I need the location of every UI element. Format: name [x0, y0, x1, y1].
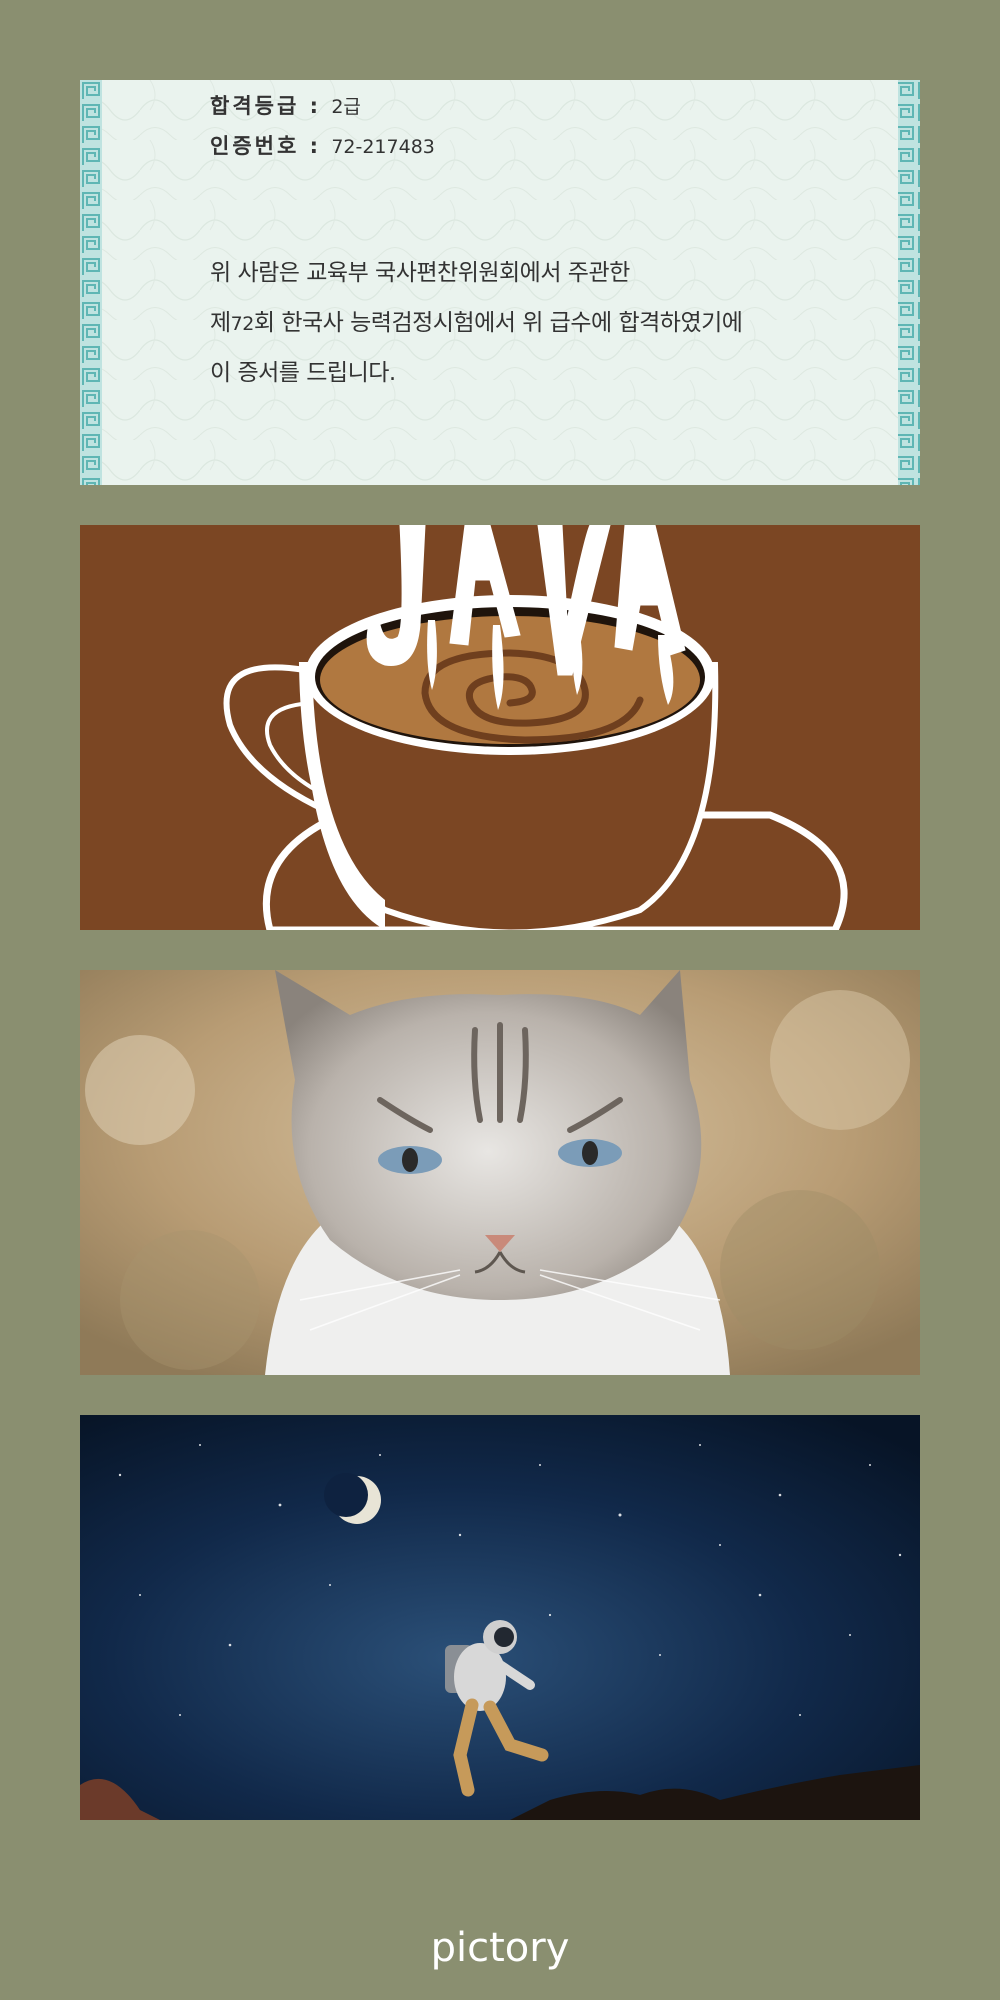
- grade-row: 합격등급 : 2급: [210, 90, 361, 120]
- certificate-text-line-2: 제72회 한국사 능력검정시험에서 위 급수에 합격하였기에: [210, 303, 743, 337]
- line2-rest: 회 한국사 능력검정시험에서 위 급수에 합격하였기에: [253, 310, 743, 336]
- cert-number-row: 인증번호 : 72-217483: [210, 130, 435, 160]
- cert-number-value: 72-217483: [331, 136, 435, 158]
- certificate-panel: 합격등급 : 2급 인증번호 : 72-217483 위 사람은 교육부 국사편…: [80, 80, 920, 485]
- coffee-cup-icon: [80, 525, 920, 930]
- cat-illustration: [80, 970, 920, 1375]
- coffee-panel: [80, 525, 920, 930]
- certificate-text-line-3: 이 증서를 드립니다.: [210, 360, 396, 386]
- cert-number-label: 인증번호: [210, 134, 300, 158]
- astronaut-illustration: [80, 1415, 920, 1820]
- grade-value: 2급: [331, 96, 361, 118]
- certificate-text-line-1: 위 사람은 교육부 국사편찬위원회에서 주관한: [210, 260, 630, 286]
- grade-label: 합격등급: [210, 94, 300, 118]
- grade-separator: :: [309, 94, 321, 118]
- cat-photo: [80, 970, 920, 1375]
- exam-round-number: 72: [230, 313, 255, 335]
- cert-number-separator: :: [309, 134, 321, 158]
- astronaut-photo: [80, 1415, 920, 1820]
- brand-wordmark: pictory: [430, 1925, 570, 1971]
- line2-prefix: 제: [210, 310, 231, 336]
